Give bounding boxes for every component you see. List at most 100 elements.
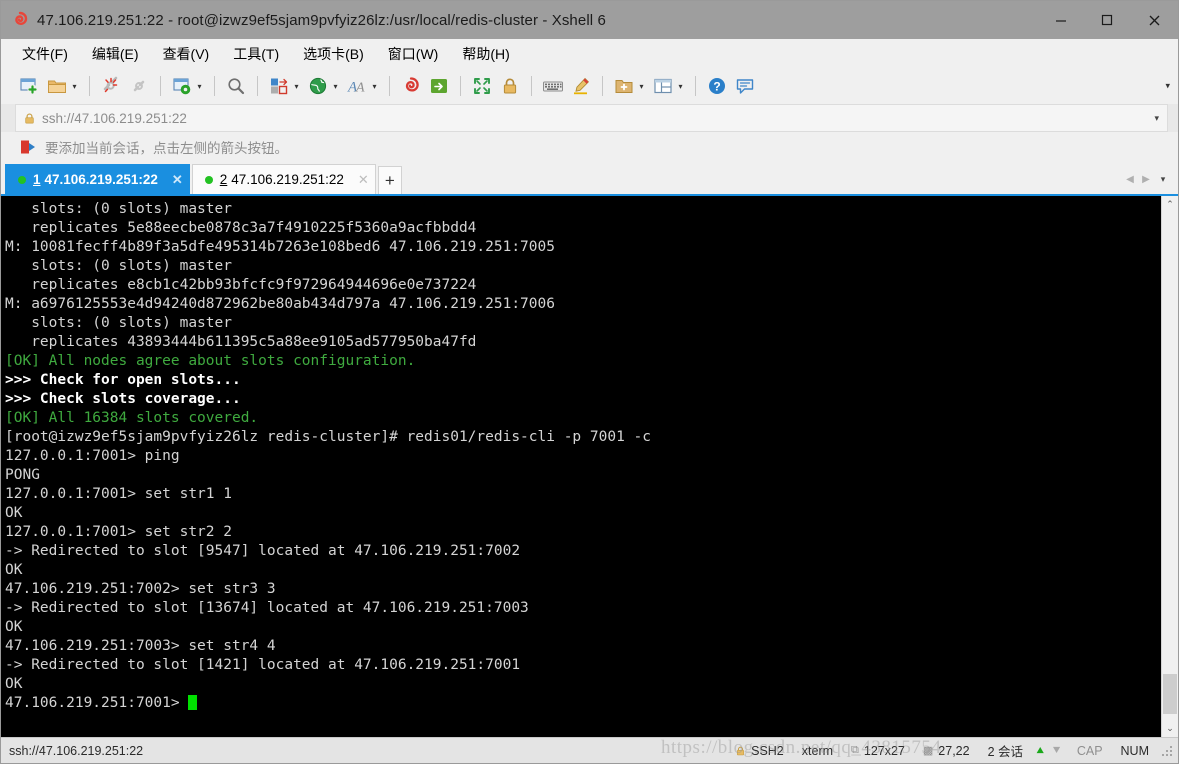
terminal-line: 47.106.219.251:7001> bbox=[5, 694, 1161, 713]
globe-button[interactable]: ▾ bbox=[304, 71, 343, 101]
menu-tabs[interactable]: 选项卡(B) bbox=[294, 41, 373, 67]
terminal-line: 127.0.0.1:7001> set str1 1 bbox=[5, 485, 1161, 504]
scroll-thumb[interactable] bbox=[1163, 674, 1177, 714]
chevron-down-icon[interactable]: ▾ bbox=[69, 74, 80, 98]
xshell-log-icon bbox=[399, 74, 423, 98]
new-tab-button[interactable]: + bbox=[377, 166, 402, 194]
terminal-line: replicates 5e88eecbe0878c3a7f4910225f536… bbox=[5, 219, 1161, 238]
search-icon bbox=[224, 74, 248, 98]
tab-navigation: ◀ ▶ ▾ bbox=[1122, 164, 1178, 194]
terminal-line-text: >>> Check for open slots... bbox=[5, 372, 241, 388]
terminal-line: -> Redirected to slot [9547] located at … bbox=[5, 542, 1161, 561]
terminal-line: 47.106.219.251:7003> set str4 4 bbox=[5, 637, 1161, 656]
close-icon[interactable]: ✕ bbox=[344, 172, 369, 188]
tab-next-icon[interactable]: ▶ bbox=[1138, 174, 1154, 185]
terminal-line-text: >>> Check slots coverage... bbox=[5, 391, 241, 407]
status-cursor-label: 27,22 bbox=[938, 743, 970, 758]
new-folder-button[interactable]: ▾ bbox=[610, 71, 649, 101]
terminal-line: [root@izwz9ef5sjam9pvfyiz26lz redis-clus… bbox=[5, 428, 1161, 447]
terminal-line: OK bbox=[5, 561, 1161, 580]
open-session-button[interactable]: ▾ bbox=[43, 71, 82, 101]
tab-list-icon[interactable]: ▾ bbox=[1154, 174, 1172, 185]
terminal-line-text: -> Redirected to slot [13674] located at… bbox=[5, 600, 529, 616]
lock-button[interactable] bbox=[496, 71, 524, 101]
chevron-down-icon[interactable]: ▾ bbox=[1154, 113, 1159, 124]
minimize-button[interactable] bbox=[1038, 1, 1084, 39]
reconnect-button[interactable] bbox=[125, 71, 153, 101]
terminal-line-text: replicates 5e88eecbe0878c3a7f4910225f536… bbox=[5, 220, 477, 236]
terminal-line-text: slots: (0 slots) master bbox=[5, 315, 232, 331]
tab-session-1[interactable]: 1 47.106.219.251:22 ✕ bbox=[5, 164, 190, 194]
highlight-button[interactable] bbox=[567, 71, 595, 101]
chat-button[interactable] bbox=[731, 71, 759, 101]
keyboard-button[interactable] bbox=[539, 71, 567, 101]
status-caps: CAP bbox=[1076, 743, 1103, 758]
lock-icon bbox=[498, 74, 522, 98]
close-icon[interactable]: ✕ bbox=[158, 172, 183, 188]
menu-view[interactable]: 查看(V) bbox=[154, 41, 219, 67]
chevron-down-icon[interactable]: ▾ bbox=[330, 74, 341, 98]
lock-icon bbox=[735, 745, 746, 757]
xshell-log-button[interactable] bbox=[397, 71, 425, 101]
resize-grip-icon[interactable] bbox=[1160, 744, 1174, 758]
tab-number: 2 bbox=[219, 172, 228, 187]
address-bar[interactable]: ssh://47.106.219.251:22 ▾ bbox=[15, 104, 1168, 132]
split-view-button[interactable]: ▾ bbox=[649, 71, 688, 101]
scroll-down-icon[interactable]: ⌄ bbox=[1162, 720, 1178, 737]
terminal-output[interactable]: slots: (0 slots) master replicates 5e88e… bbox=[1, 196, 1161, 737]
terminal-line-text: 127.0.0.1:7001> ping bbox=[5, 448, 180, 464]
status-dot-icon bbox=[18, 175, 26, 184]
status-upload-icon: ⯅ bbox=[1035, 742, 1046, 758]
terminal-line: replicates e8cb1c42bb93bfcfc9f9729649446… bbox=[5, 276, 1161, 295]
terminal-line-text: OK bbox=[5, 619, 23, 635]
terminal-line: M: a6976125553e4d94240d872962be80ab434d7… bbox=[5, 295, 1161, 314]
transfer-button[interactable]: ▾ bbox=[265, 71, 304, 101]
chevron-down-icon[interactable]: ▾ bbox=[369, 74, 380, 98]
status-terminal-type: xterm bbox=[801, 743, 834, 758]
fullscreen-button[interactable] bbox=[468, 71, 496, 101]
toolbar-separator bbox=[257, 76, 258, 96]
menu-help[interactable]: 帮助(H) bbox=[453, 41, 518, 67]
terminal-line-text: slots: (0 slots) master bbox=[5, 258, 232, 274]
status-connection: ssh://47.106.219.251:22 bbox=[9, 743, 144, 758]
scroll-up-icon[interactable]: ⌃ bbox=[1162, 196, 1178, 213]
terminal-line-text: M: a6976125553e4d94240d872962be80ab434d7… bbox=[5, 296, 555, 312]
terminal-line-text: [root@izwz9ef5sjam9pvfyiz26lz redis-clus… bbox=[5, 429, 652, 445]
session-properties-button[interactable]: ▾ bbox=[168, 71, 207, 101]
toolbar-overflow-icon[interactable]: ▾ bbox=[1165, 81, 1170, 92]
address-input[interactable]: ssh://47.106.219.251:22 bbox=[42, 111, 187, 126]
chevron-down-icon[interactable]: ▾ bbox=[636, 74, 647, 98]
size-icon: ⧉ bbox=[851, 744, 859, 756]
maximize-button[interactable] bbox=[1084, 1, 1130, 39]
disconnect-button[interactable] bbox=[97, 71, 125, 101]
new-session-button[interactable] bbox=[15, 71, 43, 101]
cursor-icon: ▩ bbox=[922, 745, 934, 757]
terminal-line-text: slots: (0 slots) master bbox=[5, 201, 232, 217]
close-button[interactable] bbox=[1130, 1, 1178, 39]
terminal-line: slots: (0 slots) master bbox=[5, 200, 1161, 219]
scroll-track[interactable] bbox=[1162, 213, 1178, 720]
chevron-down-icon[interactable]: ▾ bbox=[194, 74, 205, 98]
tab-prev-icon[interactable]: ◀ bbox=[1122, 174, 1138, 185]
help-icon: ? bbox=[705, 74, 729, 98]
terminal-scrollbar[interactable]: ⌃ ⌄ bbox=[1161, 196, 1178, 737]
tab-session-2[interactable]: 2 47.106.219.251:22 ✕ bbox=[191, 164, 376, 194]
tab-number: 1 bbox=[33, 172, 41, 187]
terminal-line-text: 127.0.0.1:7001> set str1 1 bbox=[5, 486, 232, 502]
toolbar-separator bbox=[695, 76, 696, 96]
xftp-button[interactable] bbox=[425, 71, 453, 101]
terminal-line-text: OK bbox=[5, 505, 23, 521]
font-button[interactable]: A A ▾ bbox=[343, 71, 382, 101]
find-button[interactable] bbox=[222, 71, 250, 101]
menu-file[interactable]: 文件(F) bbox=[13, 41, 77, 67]
chevron-down-icon[interactable]: ▾ bbox=[675, 74, 686, 98]
menu-edit[interactable]: 编辑(E) bbox=[83, 41, 148, 67]
status-right: SSH2 xterm ⧉ 127x27 ▩ 27,22 2 会话 ⯅ ⯆ CAP… bbox=[726, 738, 1178, 763]
menu-tools[interactable]: 工具(T) bbox=[224, 41, 288, 67]
window-controls bbox=[1038, 1, 1178, 39]
chevron-down-icon[interactable]: ▾ bbox=[291, 74, 302, 98]
menu-window[interactable]: 窗口(W) bbox=[379, 41, 448, 67]
terminal-line-text: M: 10081fecff4b89f3a5dfe495314b7263e108b… bbox=[5, 239, 555, 255]
toolbar-separator bbox=[602, 76, 603, 96]
help-button[interactable]: ? bbox=[703, 71, 731, 101]
